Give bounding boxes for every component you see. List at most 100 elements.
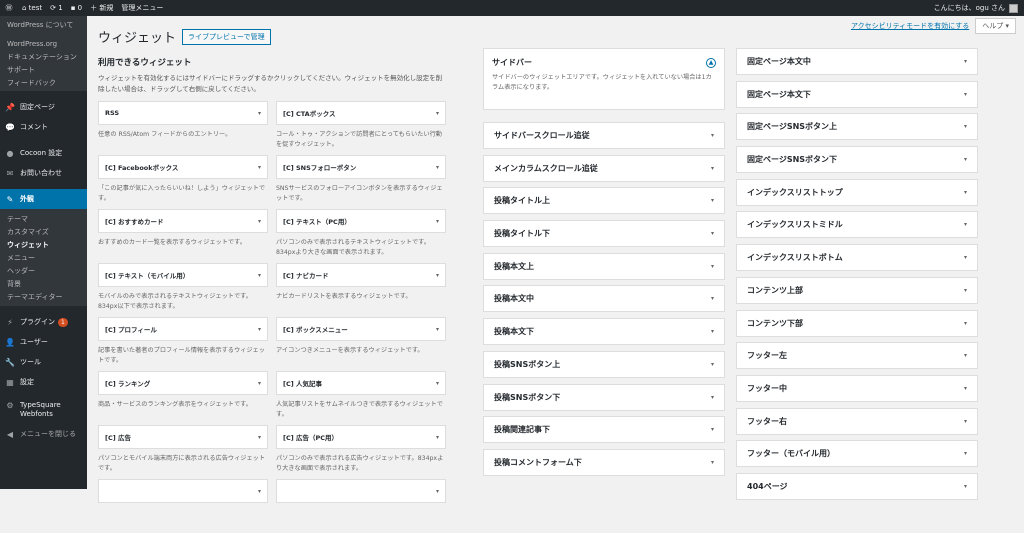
chevron-down-icon[interactable]: ▾ — [258, 164, 261, 171]
widget-title-bar[interactable]: [C] ナビカード ▾ — [276, 263, 446, 287]
menu-item-comments[interactable]: 💬 コメント — [0, 117, 87, 137]
account-link[interactable]: こんにちは、ogu さん — [930, 0, 1024, 16]
chevron-down-icon[interactable]: ▾ — [258, 218, 261, 225]
widget-title-bar[interactable]: [C] CTAボックス ▾ — [276, 101, 446, 125]
menu-item-plugins[interactable]: ⚡ プラグイン 1 — [0, 312, 87, 332]
chevron-down-icon[interactable]: ▾ — [964, 450, 967, 457]
widget-area[interactable]: フッター右 ▾ — [736, 407, 978, 435]
chevron-down-icon[interactable]: ▾ — [711, 197, 714, 204]
chevron-down-icon[interactable]: ▾ — [436, 110, 439, 117]
chevron-down-icon[interactable]: ▾ — [258, 380, 261, 387]
chevron-down-icon[interactable]: ▾ — [711, 328, 714, 335]
submenu-background[interactable]: 背景 — [0, 277, 87, 290]
chevron-down-icon[interactable]: ▾ — [711, 394, 714, 401]
chevron-down-icon[interactable]: ▾ — [964, 418, 967, 425]
widget-area[interactable]: 投稿本文下 ▾ — [483, 318, 725, 346]
new-content-link[interactable]: ＋ 新規 — [86, 0, 117, 16]
chevron-down-icon[interactable]: ▾ — [964, 254, 967, 261]
chevron-down-icon[interactable]: ▾ — [711, 295, 714, 302]
widget-title-bar[interactable]: [C] Facebookボックス ▾ — [98, 155, 268, 179]
help-button[interactable]: ヘルプ ▾ — [975, 18, 1016, 34]
widget-area[interactable]: メインカラムスクロール追従 ▾ — [483, 154, 725, 182]
chevron-down-icon[interactable]: ▾ — [964, 91, 967, 98]
widget-area[interactable]: コンテンツ下部 ▾ — [736, 309, 978, 337]
submenu-themes[interactable]: テーマ — [0, 212, 87, 225]
expand-icon[interactable]: ▲ — [706, 57, 716, 68]
widget-area[interactable]: 固定ページ本文下 ▾ — [736, 80, 978, 108]
chevron-down-icon[interactable]: ▾ — [964, 156, 967, 163]
chevron-down-icon[interactable]: ▾ — [964, 58, 967, 65]
chevron-down-icon[interactable]: ▾ — [436, 164, 439, 171]
widget-title-bar[interactable]: [C] ランキング ▾ — [98, 371, 268, 395]
chevron-down-icon[interactable]: ▾ — [964, 221, 967, 228]
menu-docs[interactable]: ドキュメンテーション — [0, 50, 87, 63]
comments-link[interactable]: ▪ 0 — [67, 0, 86, 16]
chevron-down-icon[interactable]: ▾ — [711, 132, 714, 139]
submenu-header[interactable]: ヘッダー — [0, 264, 87, 277]
widget-area[interactable]: 404ページ ▾ — [736, 472, 978, 500]
widget-title-bar[interactable]: [C] 人気記事 ▾ — [276, 371, 446, 395]
widget-area[interactable]: フッター左 ▾ — [736, 342, 978, 370]
widget-title-bar[interactable]: [C] ボックスメニュー ▾ — [276, 317, 446, 341]
menu-item-users[interactable]: 👤 ユーザー — [0, 332, 87, 352]
submenu-widgets[interactable]: ウィジェット — [0, 238, 87, 251]
chevron-down-icon[interactable]: ▾ — [964, 320, 967, 327]
chevron-down-icon[interactable]: ▾ — [711, 459, 714, 466]
menu-item-settings[interactable]: ▦ 設定 — [0, 372, 87, 392]
submenu-menus[interactable]: メニュー — [0, 251, 87, 264]
chevron-down-icon[interactable]: ▾ — [711, 263, 714, 270]
widget-area[interactable]: 固定ページSNSボタン上 ▾ — [736, 113, 978, 141]
widget-title-bar[interactable]: RSS ▾ — [98, 101, 268, 125]
widget-area[interactable]: 投稿関連記事下 ▾ — [483, 416, 725, 444]
chevron-down-icon[interactable]: ▾ — [711, 361, 714, 368]
widget-area[interactable]: サイドバースクロール追従 ▾ — [483, 122, 725, 149]
updates-link[interactable]: ⟳ 1 — [46, 0, 67, 16]
widget-title-bar[interactable]: ▾ — [98, 479, 268, 503]
menu-feedback[interactable]: フィードバック — [0, 76, 87, 89]
menu-item-typesquare[interactable]: ⚙ TypeSquare Webfonts — [0, 398, 87, 424]
widget-title-bar[interactable]: [C] 広告 ▾ — [98, 425, 268, 449]
wordpress-logo-icon[interactable]: Ⓦ — [0, 0, 18, 16]
widget-area[interactable]: 投稿タイトル上 ▾ — [483, 187, 725, 215]
widget-area[interactable]: 投稿SNSボタン上 ▾ — [483, 350, 725, 378]
menu-item-tools[interactable]: 🔧 ツール — [0, 352, 87, 372]
widget-area[interactable]: フッター中 ▾ — [736, 374, 978, 402]
widget-area[interactable]: コンテンツ上部 ▾ — [736, 276, 978, 304]
widget-area[interactable]: インデックスリストミドル ▾ — [736, 211, 978, 239]
menu-support[interactable]: サポート — [0, 63, 87, 76]
chevron-down-icon[interactable]: ▾ — [964, 189, 967, 196]
chevron-down-icon[interactable]: ▾ — [436, 272, 439, 279]
menu-org[interactable]: WordPress.org — [0, 37, 87, 50]
widget-area[interactable]: 固定ページ本文中 ▾ — [736, 48, 978, 75]
chevron-down-icon[interactable]: ▾ — [964, 385, 967, 392]
widget-area[interactable]: インデックスリストボトム ▾ — [736, 244, 978, 272]
menu-about[interactable]: WordPress について — [0, 18, 87, 31]
widget-title-bar[interactable]: [C] SNSフォローボタン ▾ — [276, 155, 446, 179]
chevron-down-icon[interactable]: ▾ — [258, 434, 261, 441]
chevron-down-icon[interactable]: ▾ — [436, 218, 439, 225]
widget-title-bar[interactable]: [C] テキスト（PC用） ▾ — [276, 209, 446, 233]
collapse-menu-button[interactable]: ◀ メニューを閉じる — [0, 424, 87, 444]
widget-title-bar[interactable]: [C] プロフィール ▾ — [98, 317, 268, 341]
menu-item-pages[interactable]: 📌 固定ページ — [0, 97, 87, 117]
chevron-down-icon[interactable]: ▾ — [711, 426, 714, 433]
chevron-down-icon[interactable]: ▾ — [258, 326, 261, 333]
widget-title-bar[interactable]: [C] おすすめカード ▾ — [98, 209, 268, 233]
widget-area[interactable]: 固定ページSNSボタン下 ▾ — [736, 146, 978, 174]
chevron-down-icon[interactable]: ▾ — [258, 272, 261, 279]
chevron-down-icon[interactable]: ▾ — [436, 434, 439, 441]
widget-area[interactable]: 投稿SNSボタン下 ▾ — [483, 383, 725, 411]
chevron-down-icon[interactable]: ▾ — [964, 287, 967, 294]
widget-area[interactable]: 投稿本文中 ▾ — [483, 285, 725, 313]
chevron-down-icon[interactable]: ▾ — [711, 230, 714, 237]
accessibility-mode-link[interactable]: アクセシビリティモードを有効にする — [851, 21, 969, 31]
widget-title-bar[interactable]: [C] テキスト（モバイル用） ▾ — [98, 263, 268, 287]
widget-title-bar[interactable]: ▾ — [276, 479, 446, 503]
chevron-down-icon[interactable]: ▾ — [964, 352, 967, 359]
widget-area[interactable]: フッター（モバイル用） ▾ — [736, 440, 978, 468]
site-name-link[interactable]: ⌂ test — [18, 0, 46, 16]
widget-area[interactable]: 投稿タイトル下 ▾ — [483, 220, 725, 248]
widget-title-bar[interactable]: [C] 広告（PC用） ▾ — [276, 425, 446, 449]
submenu-theme-editor[interactable]: テーマエディター — [0, 290, 87, 303]
live-preview-button[interactable]: ライブプレビューで管理 — [182, 28, 271, 45]
